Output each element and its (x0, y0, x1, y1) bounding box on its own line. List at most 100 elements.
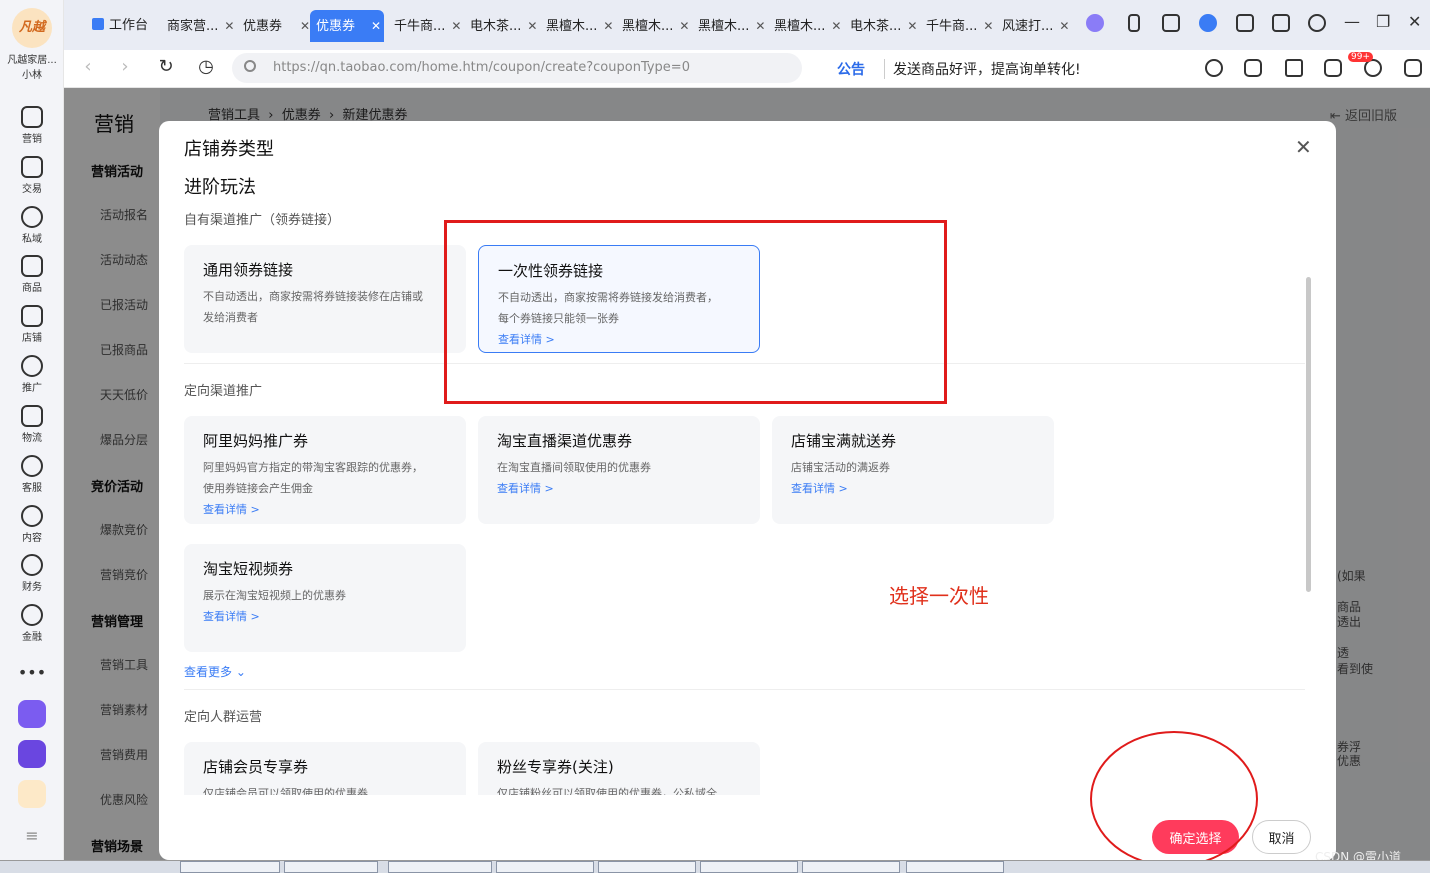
tab[interactable]: 黑檀木... ✕ (692, 10, 771, 42)
close-icon[interactable]: ✕ (603, 19, 613, 33)
group-label: 自有渠道推广（领券链接） (184, 213, 341, 228)
tab[interactable]: 风速打... ✕ (996, 10, 1075, 42)
tab[interactable]: 电木茶... ✕ (464, 10, 543, 42)
truck-icon (21, 405, 43, 427)
more-dots-icon[interactable]: ••• (0, 663, 64, 682)
hash-icon (21, 505, 43, 527)
users-icon (21, 206, 43, 228)
copy-icon[interactable] (1244, 59, 1262, 77)
phone-icon[interactable] (1128, 14, 1140, 32)
tab[interactable]: 商家营... ✕ (161, 10, 240, 42)
taskbar-app[interactable] (598, 861, 696, 873)
taskbar-app[interactable] (496, 861, 594, 873)
cancel-button[interactable]: 取消 (1252, 820, 1311, 854)
modal-scrollbar[interactable] (1306, 277, 1311, 592)
tab[interactable]: 黑檀木... ✕ (540, 10, 619, 42)
close-icon[interactable]: ✕ (907, 19, 917, 33)
close-icon[interactable]: ✕ (300, 19, 310, 33)
tab[interactable]: 优惠券 ✕ (237, 10, 316, 42)
rail-item-logistics[interactable]: 物流 (0, 405, 64, 444)
bookmark-icon[interactable] (1162, 14, 1180, 32)
rail-item-store[interactable]: 店铺 (0, 305, 64, 344)
coupon-card-live[interactable]: 淘宝直播渠道优惠券 在淘宝直播间领取使用的优惠券 查看详情 > (478, 416, 760, 524)
restore-icon[interactable]: ❐ (1376, 12, 1390, 31)
notes-app-icon[interactable] (18, 700, 46, 728)
see-more-link[interactable]: 查看更多 ⌄ (184, 663, 246, 680)
coupon-card-fans[interactable]: 粉丝专享券(关注) 仅店铺粉丝可以领取使用的优惠券，公私域全 (478, 742, 760, 795)
close-icon[interactable]: ✕ (755, 19, 765, 33)
rail-item-marketing[interactable]: 营销 (0, 106, 64, 145)
refresh-icon[interactable] (1205, 59, 1223, 77)
reload-icon[interactable]: ↻ (154, 56, 178, 77)
coupon-card-short-video[interactable]: 淘宝短视频券 展示在淘宝短视频上的优惠券 查看详情 > (184, 544, 466, 652)
menu-icon[interactable]: ≡ (0, 826, 64, 845)
taskbar-app[interactable] (906, 861, 1004, 873)
section-title: 进阶玩法 (184, 177, 256, 198)
tab-active[interactable]: 优惠券 ✕ (310, 10, 384, 42)
group-label: 定向人群运营 (184, 710, 263, 725)
shop-profile[interactable]: 凡越 凡越家居... 小林 (0, 8, 64, 81)
details-link[interactable]: 查看详情 > (497, 478, 741, 499)
forward-icon[interactable]: › (113, 56, 137, 77)
user-circle-icon[interactable] (1199, 14, 1217, 32)
message-icon[interactable] (1404, 59, 1422, 77)
folder-icon[interactable] (1324, 59, 1342, 77)
yuan-icon (21, 554, 43, 576)
rail-item-trade[interactable]: 交易 (0, 156, 64, 195)
coupon-card-alimama[interactable]: 阿里妈妈推广券 阿里妈妈官方指定的带淘宝客跟踪的优惠券， 使用券链接会产生佣金 … (184, 416, 466, 524)
rail-item-finance[interactable]: 财务 (0, 554, 64, 593)
taskbar-app[interactable] (180, 861, 280, 873)
close-icon[interactable]: ✕ (371, 19, 381, 33)
rail-item-content[interactable]: 内容 (0, 505, 64, 544)
star-icon[interactable] (1285, 59, 1303, 77)
details-link[interactable]: 查看详情 > (203, 499, 447, 520)
message-badge: 99+ (1348, 52, 1373, 62)
history-icon[interactable]: ◷ (194, 56, 218, 77)
details-link[interactable]: 查看详情 > (791, 478, 1035, 499)
taskbar-app[interactable] (700, 861, 798, 873)
close-icon[interactable]: ✕ (1059, 19, 1069, 33)
rail-item-goods[interactable]: 商品 (0, 255, 64, 294)
printer-app-icon[interactable] (18, 740, 46, 768)
close-icon[interactable]: ✕ (1295, 135, 1312, 159)
taskbar-app[interactable] (802, 861, 900, 873)
details-link[interactable]: 查看详情 > (203, 606, 447, 627)
minimize-icon[interactable]: — (1344, 12, 1360, 31)
tab[interactable]: 黑檀木... ✕ (616, 10, 695, 42)
rail-item-promote[interactable]: 推广 (0, 355, 64, 394)
close-icon[interactable]: ✕ (831, 19, 841, 33)
annotation-highlight-box (444, 220, 947, 404)
store-icon (21, 305, 43, 327)
back-icon[interactable]: ‹ (76, 56, 100, 77)
url-bar[interactable]: https://qn.taobao.com/home.htm/coupon/cr… (232, 53, 802, 83)
taskbar-app[interactable] (284, 861, 378, 873)
modal-title: 店铺券类型 (184, 139, 274, 160)
notice-text[interactable]: 发送商品好评，提高询单转化! (884, 59, 1081, 79)
coupon-card-general-link[interactable]: 通用领券链接 不自动透出，商家按需将券链接装修在店铺或 发给消费者 (184, 245, 466, 353)
assistant-icon[interactable] (1086, 14, 1104, 32)
edit-icon[interactable] (1236, 14, 1254, 32)
tab[interactable]: 千牛商... ✕ (388, 10, 467, 42)
coupon-card-store-bao[interactable]: 店铺宝满就送券 店铺宝活动的满返券 查看详情 > (772, 416, 1054, 524)
plugin-app-icon[interactable] (18, 780, 46, 808)
settings-icon[interactable] (1308, 14, 1326, 32)
coin-icon (21, 604, 43, 626)
close-icon[interactable]: ✕ (679, 19, 689, 33)
tab[interactable]: 千牛商... ✕ (920, 10, 999, 42)
close-icon[interactable]: ✕ (224, 19, 234, 33)
app-rail: 凡越 凡越家居... 小林 营销 交易 私域 商品 店铺 推广 物流 客服 内容… (0, 0, 64, 873)
rail-item-loan[interactable]: 金融 (0, 604, 64, 643)
taskbar-app[interactable] (388, 861, 492, 873)
shirt-icon[interactable] (1272, 14, 1290, 32)
close-icon[interactable]: ✕ (527, 19, 537, 33)
coupon-card-member[interactable]: 店铺会员专享券 仅店铺会员可以领取使用的优惠券 (184, 742, 466, 795)
rail-item-private[interactable]: 私域 (0, 206, 64, 245)
rail-item-service[interactable]: 客服 (0, 455, 64, 494)
divider (184, 689, 1305, 690)
tab[interactable]: 电木茶... ✕ (844, 10, 923, 42)
close-icon[interactable]: ✕ (451, 19, 461, 33)
window-close-icon[interactable]: ✕ (1408, 12, 1421, 31)
tab[interactable]: 黑檀木... ✕ (768, 10, 847, 42)
tab-workbench[interactable]: 工作台 (86, 10, 154, 42)
close-icon[interactable]: ✕ (983, 19, 993, 33)
